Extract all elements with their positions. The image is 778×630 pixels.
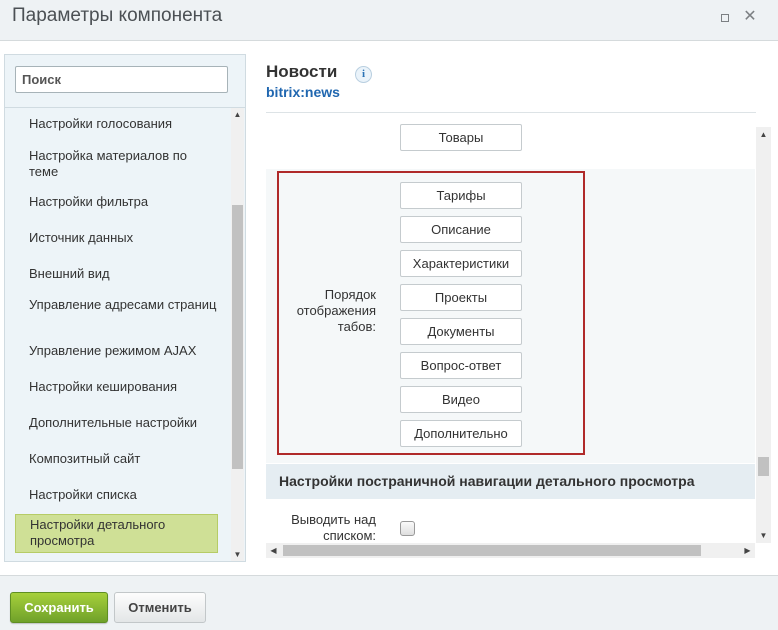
sidebar-item-detail-view[interactable]: Настройки детального просмотра (15, 514, 218, 553)
scroll-left-arrow-icon[interactable]: ◀ (266, 543, 281, 558)
scroll-thumb[interactable] (283, 545, 701, 556)
sidebar-item-additional[interactable]: Дополнительные настройки (29, 415, 219, 431)
sidebar-item-composite[interactable]: Композитный сайт (29, 451, 219, 467)
scroll-up-arrow-icon[interactable]: ▲ (756, 127, 771, 142)
dialog-titlebar: Параметры компонента ✕ (0, 0, 778, 41)
dialog-footer: Сохранить Отменить (0, 575, 778, 630)
maximize-icon[interactable] (716, 8, 734, 26)
sidebar-item-ajax[interactable]: Управление режимом AJAX (29, 343, 219, 359)
search-input[interactable] (15, 66, 228, 93)
sidebar-item-list[interactable]: Настройки списка (29, 487, 219, 503)
sidebar-item-appearance[interactable]: Внешний вид (29, 266, 219, 282)
section-header: Настройки постраничной навигации детальн… (266, 464, 755, 499)
sidebar-item-filter[interactable]: Настройки фильтра (29, 194, 219, 210)
component-name: Новости (266, 62, 338, 81)
scroll-right-arrow-icon[interactable]: ▶ (740, 543, 755, 558)
settings-sidebar: Настройки голосования Настройка материал… (4, 54, 246, 562)
sidebar-item-related-materials[interactable]: Настройка материалов по теме (29, 148, 219, 180)
scroll-thumb[interactable] (758, 457, 769, 476)
info-icon[interactable]: i (355, 66, 372, 83)
sidebar-item-voting[interactable]: Настройки голосования (29, 116, 219, 132)
scroll-down-arrow-icon[interactable]: ▼ (756, 528, 771, 543)
cancel-button[interactable]: Отменить (114, 592, 206, 623)
dialog-title: Параметры компонента (12, 5, 223, 26)
tab-order-item-goods[interactable]: Товары (400, 124, 522, 151)
sidebar-item-url-management[interactable]: Управление адресами страниц (29, 297, 219, 313)
scroll-up-arrow-icon[interactable]: ▲ (231, 108, 244, 121)
scroll-down-arrow-icon[interactable]: ▼ (231, 548, 244, 561)
sidebar-item-data-source[interactable]: Источник данных (29, 230, 219, 246)
sidebar-list: Настройки голосования Настройка материал… (5, 108, 231, 561)
save-button[interactable]: Сохранить (10, 592, 108, 623)
tab-order-label: Порядок отображения табов: (296, 287, 376, 334)
sidebar-scrollbar[interactable]: ▲ ▼ (231, 108, 244, 561)
component-code: bitrix:news (266, 84, 340, 100)
show-above-label: Выводить над списком: (291, 512, 376, 543)
show-above-checkbox[interactable] (400, 521, 415, 536)
sidebar-item-caching[interactable]: Настройки кеширования (29, 379, 219, 395)
content-vertical-scrollbar[interactable]: ▲ ▼ (756, 127, 771, 543)
close-icon[interactable]: ✕ (741, 8, 759, 26)
content-horizontal-scrollbar[interactable]: ◀ ▶ (266, 543, 755, 558)
scroll-thumb[interactable] (232, 205, 243, 469)
